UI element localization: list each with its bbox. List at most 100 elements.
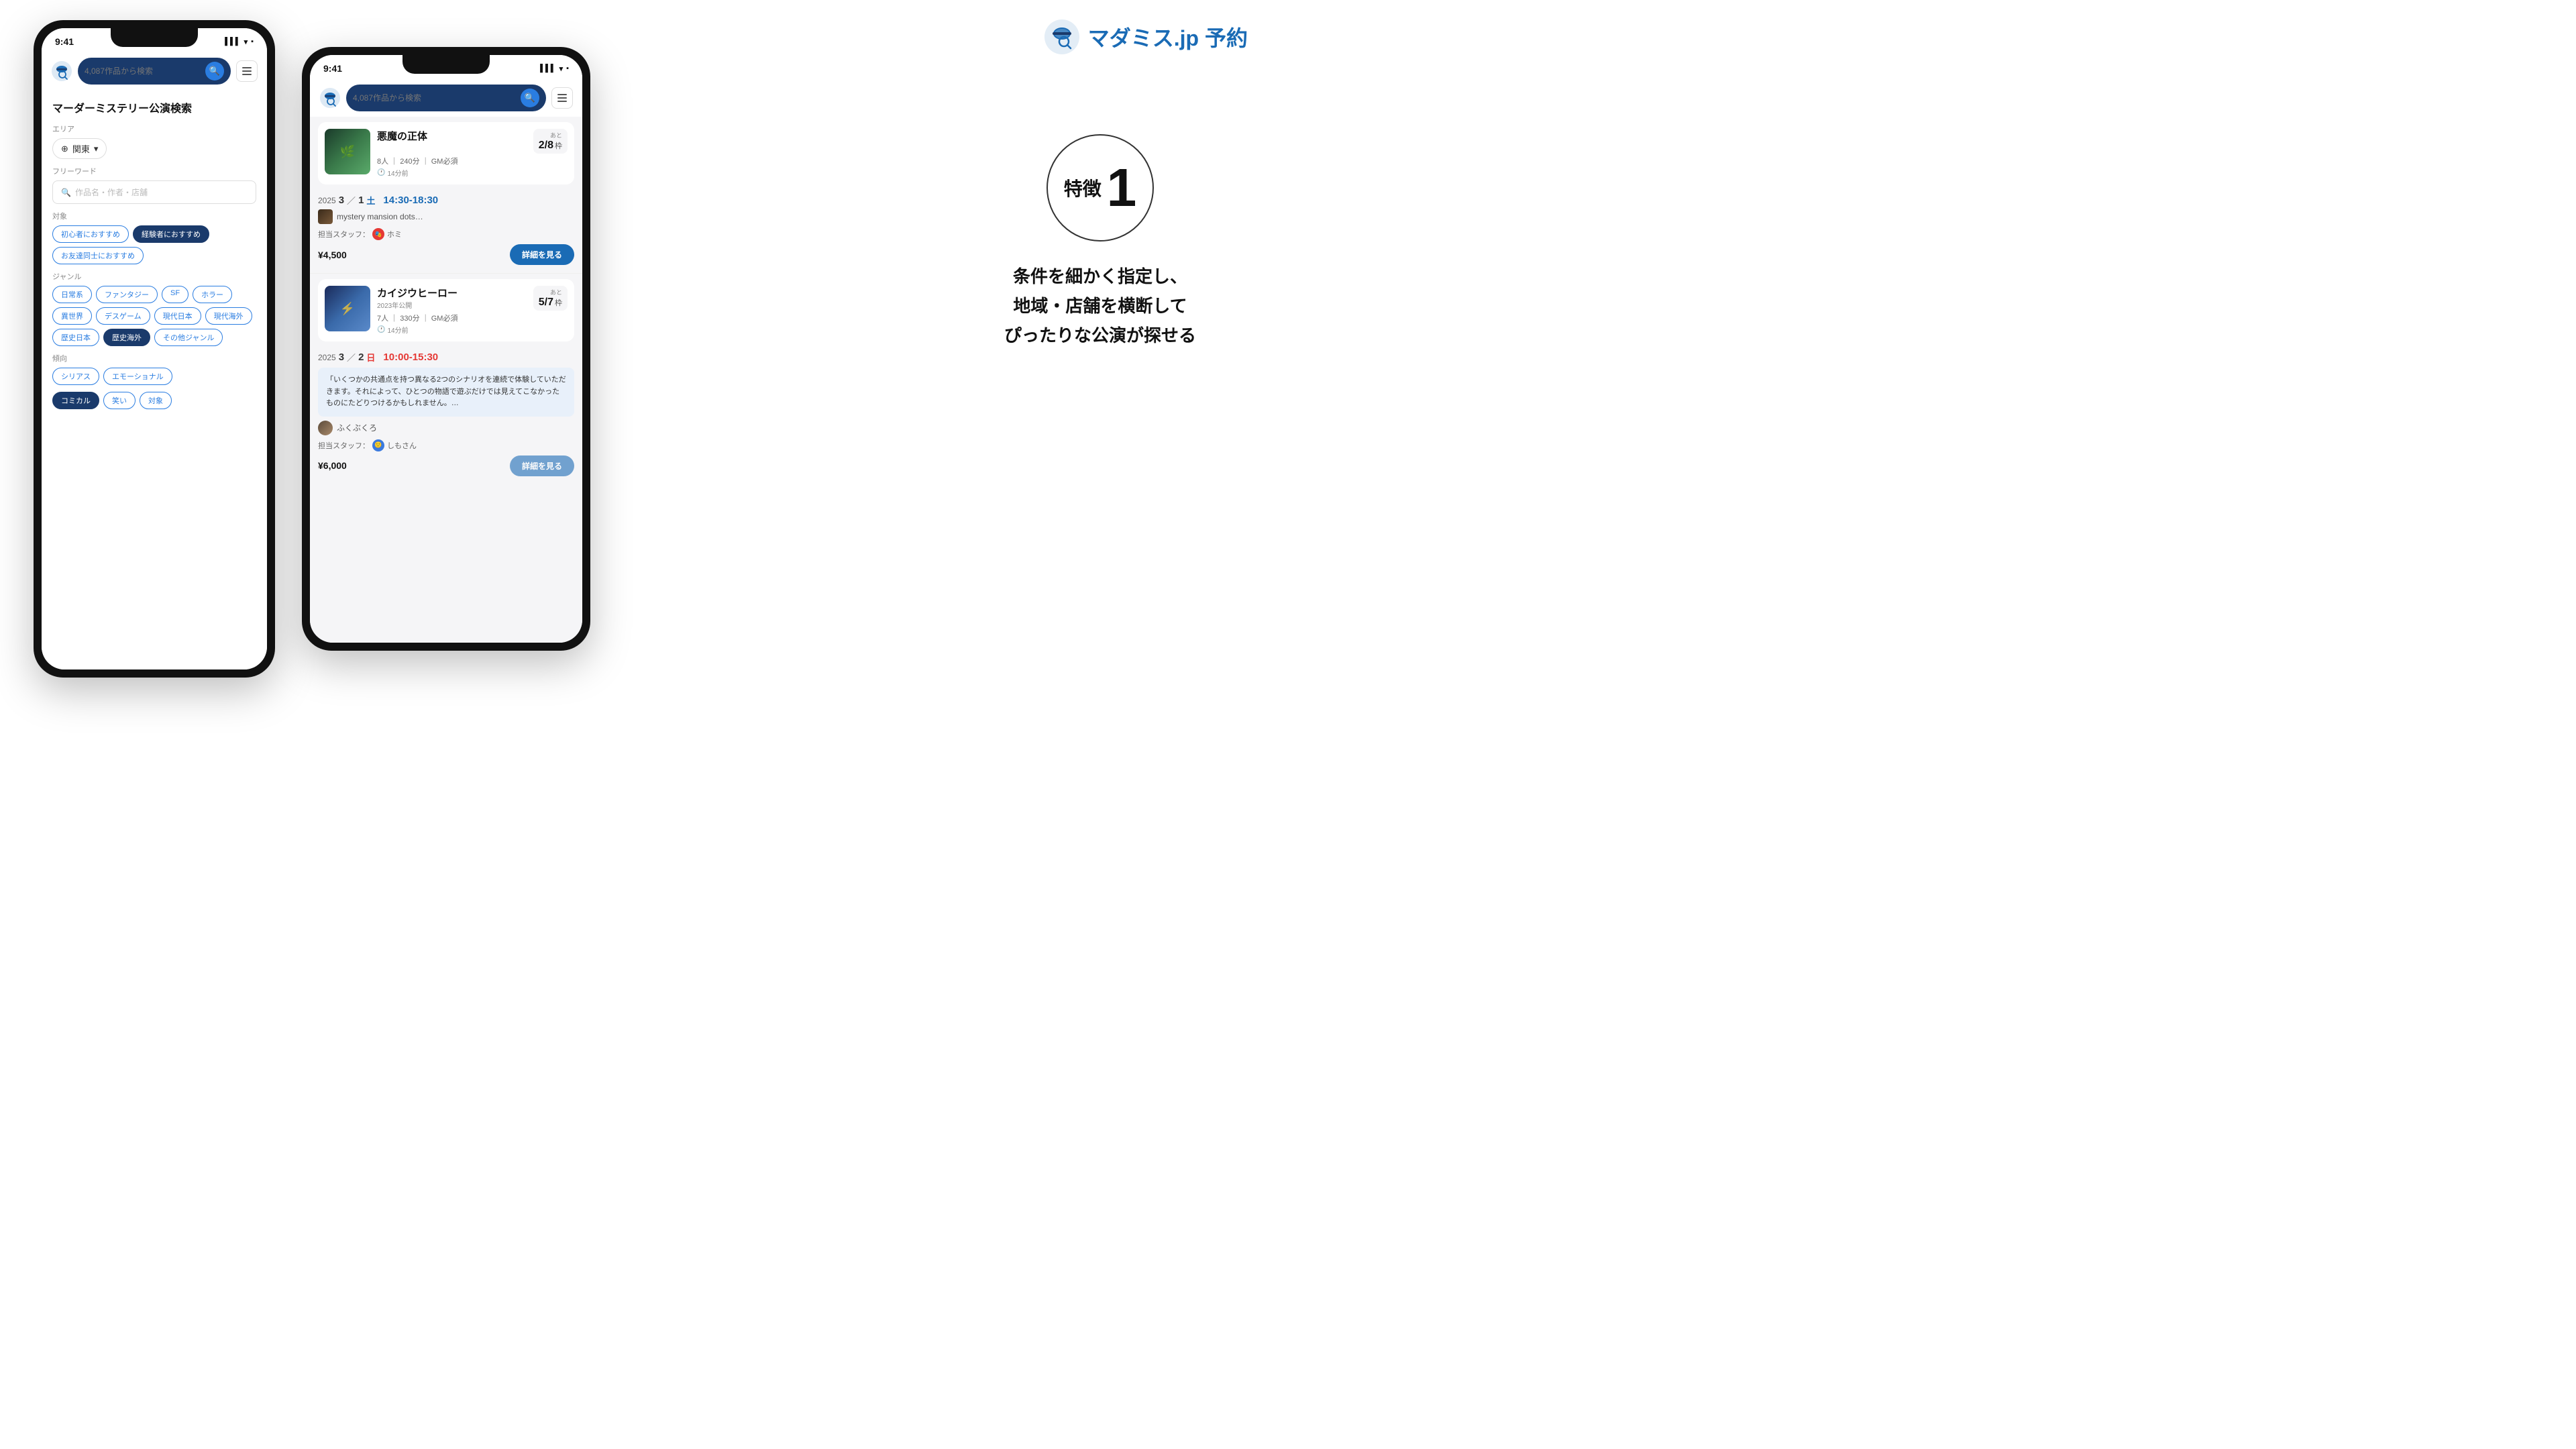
- detective-logo-icon: [1044, 19, 1080, 55]
- sep1: ｜: [390, 158, 400, 166]
- weekday-1: 土: [366, 194, 375, 207]
- price-1: ¥4,500: [318, 250, 347, 260]
- target-label: 対象: [52, 211, 256, 221]
- feature-label-group: 特徴 1: [1064, 161, 1137, 215]
- card-1-slots: あと 2/8 枠: [533, 129, 568, 154]
- result-card-1: 🌿 悪魔の正体 あと 2/8 枠: [318, 122, 574, 184]
- search-input-right[interactable]: [353, 93, 517, 103]
- card-2-year: 2023年公開: [377, 300, 458, 310]
- slots-unit-1: 枠: [555, 140, 562, 151]
- search-button-right[interactable]: 🔍: [521, 89, 539, 107]
- tag-daily[interactable]: 日常系: [52, 286, 92, 303]
- card-2-title: カイジウヒーロー: [377, 286, 458, 300]
- divider-1: [310, 273, 582, 274]
- status-icons-right: ▌▌▌ ▾ ▪: [540, 64, 569, 73]
- price-row-1: ¥4,500 詳細を見る: [310, 241, 582, 268]
- card-1-meta: 8人 ｜ 240分 ｜ GM必須: [377, 156, 568, 166]
- tag-emotional[interactable]: エモーショナル: [103, 368, 172, 385]
- search-pill-right[interactable]: 🔍: [346, 85, 546, 111]
- tag-horror[interactable]: ホラー: [193, 286, 232, 303]
- slash-2: ／: [347, 351, 356, 364]
- shop-icon-2: [318, 421, 333, 435]
- card-2-top: ⚡ カイジウヒーロー 2023年公開 あと: [325, 286, 568, 335]
- players-1: 8人: [377, 158, 388, 166]
- tag-history-japan[interactable]: 歴史日本: [52, 329, 99, 346]
- card-2-image: ⚡: [325, 286, 370, 331]
- tag-history-overseas[interactable]: 歴史海外: [103, 329, 150, 346]
- feature-label: 特徴: [1064, 174, 1102, 201]
- sep4: ｜: [422, 315, 431, 323]
- result-card-2: ⚡ カイジウヒーロー 2023年公開 あと: [318, 279, 574, 341]
- wifi-icon: ▾: [244, 38, 248, 46]
- tag-beginner[interactable]: 初心者におすすめ: [52, 225, 129, 243]
- tag-other-genre[interactable]: その他ジャンル: [154, 329, 223, 346]
- logo-area: マダミス.jp 予約: [1044, 19, 1248, 55]
- freeword-label: フリーワード: [52, 166, 256, 176]
- slots-label-2: あと: [539, 288, 562, 297]
- target-tags: 初心者におすすめ 経験者におすすめ お友達同士におすすめ: [52, 225, 256, 264]
- shop-name-1: mystery mansion dots…: [337, 212, 423, 221]
- tendency-label: 傾向: [52, 353, 256, 364]
- price-2: ¥6,000: [318, 460, 347, 471]
- area-select[interactable]: ⊕ 関東 ▾: [52, 138, 107, 159]
- staff-info-1: 担当スタッフ： 🎭 ホミ: [318, 228, 402, 240]
- search-input-left[interactable]: [85, 66, 201, 76]
- tag-extra3[interactable]: 対象: [140, 392, 172, 409]
- tag-sf[interactable]: SF: [162, 286, 189, 303]
- freeword-input[interactable]: 🔍 作品名・作者・店舗: [52, 180, 256, 204]
- card-1-image: 🌿: [325, 129, 370, 174]
- feature-circle: 特徴 1: [1046, 134, 1154, 241]
- freeword-placeholder: 作品名・作者・店舗: [75, 186, 148, 198]
- header-left: 🔍: [42, 52, 267, 90]
- tag-isekai[interactable]: 異世界: [52, 307, 92, 325]
- genre-tags: 日常系 ファンタジー SF ホラー 異世界 デスゲーム 現代日本 現代海外 歴史…: [52, 286, 256, 346]
- results-content: 🌿 悪魔の正体 あと 2/8 枠: [310, 117, 582, 643]
- tag-extra1[interactable]: コミカル: [52, 392, 99, 409]
- search-button-left[interactable]: 🔍: [205, 62, 224, 80]
- card-2-meta: 7人 ｜ 330分 ｜ GM必須: [377, 313, 568, 323]
- search-icon-small: 🔍: [61, 188, 71, 197]
- shop-name-2: ふくぶくろ: [337, 422, 377, 433]
- tag-modern-japan[interactable]: 現代日本: [154, 307, 201, 325]
- feature-section: 特徴 1 条件を細かく指定し、地域・店舗を横断してぴったりな公演が探せる: [966, 134, 1234, 351]
- store-msg-text: 「いくつかの共通点を持つ異なる2つのシナリオを連続で体験していただきます。それに…: [326, 376, 566, 407]
- card-1-info: 悪魔の正体 あと 2/8 枠 8人: [377, 129, 568, 178]
- more-tags-row: コミカル 笑い 対象: [52, 392, 256, 409]
- duration-1: 240分: [400, 158, 419, 166]
- detail-button-2[interactable]: 詳細を見る: [510, 455, 574, 476]
- weekday-2: 日: [366, 351, 375, 364]
- logo-text: マダミス.jp 予約: [1088, 21, 1248, 52]
- feature-description: 条件を細かく指定し、地域・店舗を横断してぴったりな公演が探せる: [966, 262, 1234, 351]
- menu-button-right[interactable]: [551, 87, 573, 109]
- staff-info-2: 担当スタッフ： 🙂 しもさん: [318, 439, 417, 451]
- tag-modern-overseas[interactable]: 現代海外: [205, 307, 252, 325]
- notch-right: [402, 55, 490, 74]
- store-message-box: 「いくつかの共通点を持つ異なる2つのシナリオを連続で体験していただきます。それに…: [318, 368, 574, 417]
- shop-row-1: mystery mansion dots…: [310, 208, 582, 225]
- phone-left: 9:41 ▌▌▌ ▾ ▪ 🔍: [34, 20, 275, 678]
- staff-row-1: 担当スタッフ： 🎭 ホミ: [310, 225, 582, 241]
- month-2: 3: [339, 352, 344, 363]
- status-icons-left: ▌▌▌ ▾ ▪: [225, 38, 254, 46]
- sep2: ｜: [422, 158, 431, 166]
- tag-serious[interactable]: シリアス: [52, 368, 99, 385]
- year-1: 2025: [318, 196, 336, 205]
- tag-fantasy[interactable]: ファンタジー: [96, 286, 158, 303]
- card-1-time-ago: 🕐 14分前: [377, 168, 568, 178]
- detail-button-1[interactable]: 詳細を見る: [510, 244, 574, 265]
- shop-row-2: ふくぶくろ: [310, 419, 582, 437]
- header-logo-icon-right: [319, 87, 341, 109]
- tag-deathgame[interactable]: デスゲーム: [96, 307, 150, 325]
- tag-experienced[interactable]: 経験者におすすめ: [133, 225, 209, 243]
- staff-name-1: ホミ: [387, 229, 402, 239]
- time-ago-1: 14分前: [387, 168, 408, 178]
- tag-extra2[interactable]: 笑い: [103, 392, 136, 409]
- tag-friends[interactable]: お友達同士におすすめ: [52, 247, 144, 264]
- search-pill-left[interactable]: 🔍: [78, 58, 231, 85]
- status-time-left: 9:41: [55, 36, 74, 47]
- hamburger-icon-left: [242, 67, 252, 75]
- duration-2: 330分: [400, 315, 419, 323]
- shop-icon-1: [318, 209, 333, 224]
- extra-tags: コミカル 笑い 対象: [52, 392, 256, 409]
- menu-button-left[interactable]: [236, 60, 258, 82]
